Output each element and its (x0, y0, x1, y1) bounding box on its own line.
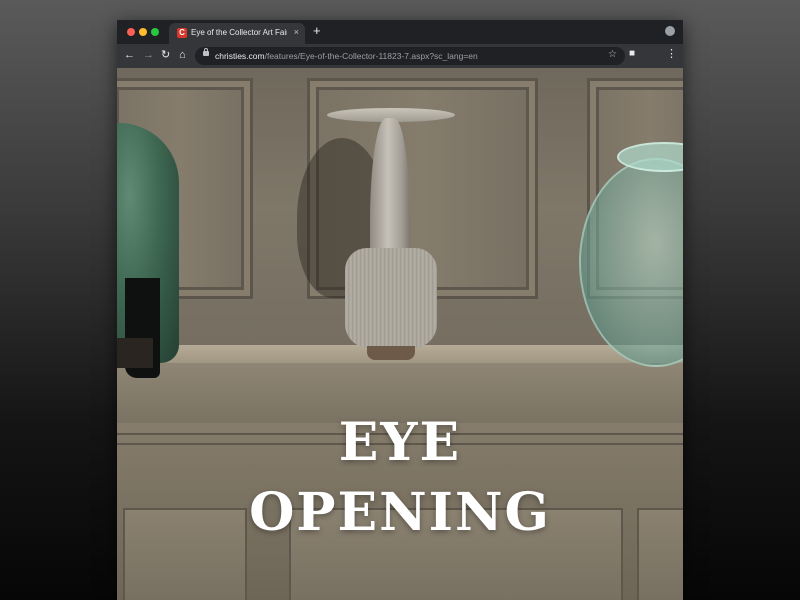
reload-icon[interactable]: ↻ (161, 49, 170, 61)
forward-arrow-icon[interactable]: → (143, 49, 154, 61)
home-icon[interactable]: ⌂ (179, 49, 186, 61)
close-window-button[interactable] (127, 28, 135, 36)
hero-title-line2: OPENING (249, 481, 551, 543)
maximize-window-button[interactable] (151, 28, 159, 36)
tab-strip: C Eye of the Collector Art Fair | C × + (117, 20, 683, 44)
browser-tab[interactable]: C Eye of the Collector Art Fair | C × (169, 23, 305, 44)
vase-body (345, 248, 437, 348)
vase-foot (367, 346, 415, 360)
url-path: /features/Eye-of-the-Collector-11823-7.a… (264, 51, 478, 61)
kebab-menu-icon[interactable]: ⋮ (666, 48, 677, 60)
lock-icon[interactable] (203, 48, 209, 56)
bronze-helmet-image (117, 123, 179, 378)
minimize-window-button[interactable] (139, 28, 147, 36)
browser-toolbar: ← → ↻ ⌂ christies.com/features/Eye-of-th… (117, 44, 683, 68)
christies-favicon-icon: C (177, 28, 187, 38)
url-text[interactable]: christies.com/features/Eye-of-the-Collec… (215, 51, 478, 61)
profile-icon[interactable] (665, 26, 675, 36)
tab-title: Eye of the Collector Art Fair | C (191, 28, 287, 37)
new-tab-button[interactable]: + (313, 24, 321, 38)
hero-title: EYE OPENING (117, 408, 683, 548)
url-host: christies.com (215, 51, 265, 61)
bookmark-star-icon[interactable]: ☆ (608, 49, 617, 60)
page-content: EYE OPENING (117, 68, 683, 600)
hero-title-line1: EYE (338, 411, 462, 473)
back-arrow-icon[interactable]: ← (124, 49, 135, 61)
helmet-stand (117, 338, 153, 368)
browser-window: C Eye of the Collector Art Fair | C × + … (117, 20, 683, 600)
close-tab-icon[interactable]: × (294, 27, 299, 37)
extensions-puzzle-icon[interactable]: ■ (629, 48, 635, 59)
address-bar[interactable]: christies.com/features/Eye-of-the-Collec… (195, 47, 625, 65)
